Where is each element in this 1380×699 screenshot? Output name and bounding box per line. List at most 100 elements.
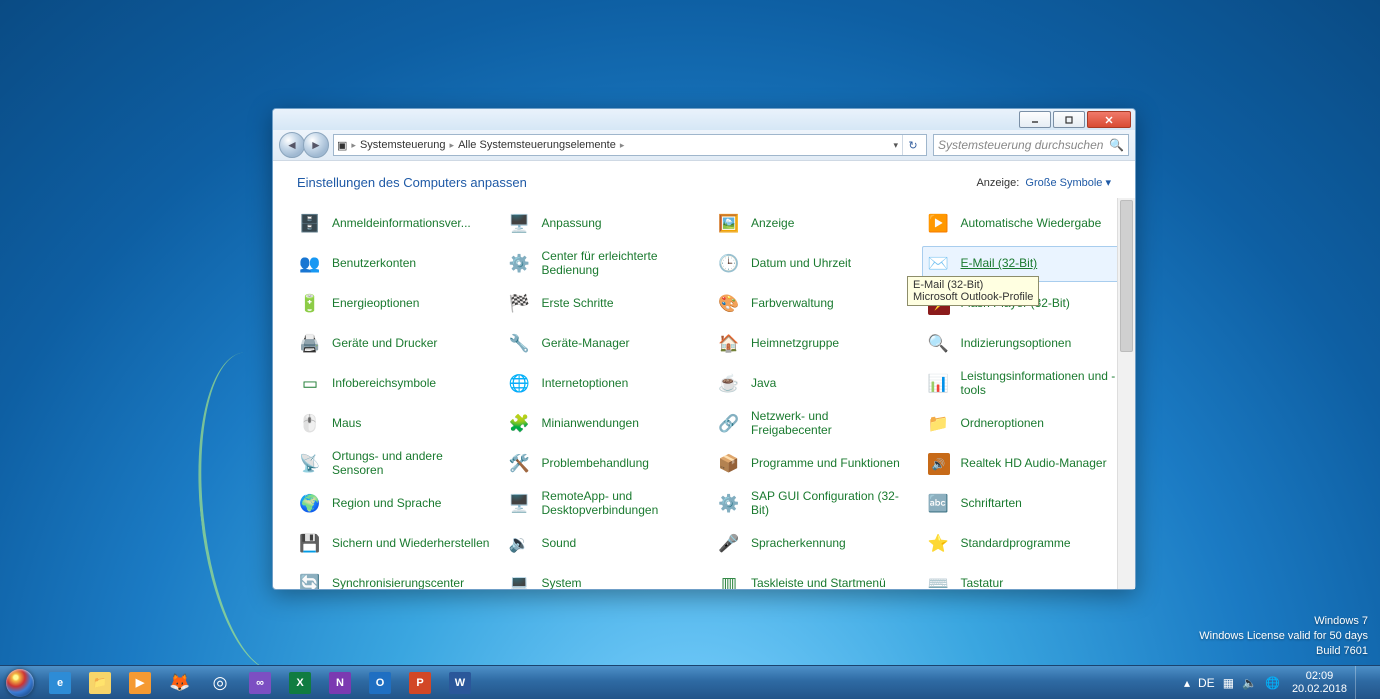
tray-clock[interactable]: 02:09 20.02.2018 (1284, 670, 1355, 694)
cp-item-label: Internetoptionen (542, 377, 629, 391)
cp-item-0[interactable]: 🗄️Anmeldeinformationsver... (293, 206, 497, 242)
scrollbar-thumb[interactable] (1120, 200, 1133, 352)
start-orb-icon (6, 669, 34, 697)
cp-item-35[interactable]: ⭐Standardprogramme (922, 526, 1126, 562)
control-panel-icon: ▣ (337, 139, 347, 152)
control-panel-window: ◄ ► ▣ ▸ Systemsteuerung ▸ Alle Systemste… (272, 108, 1136, 590)
forward-button[interactable]: ► (303, 132, 329, 158)
cp-item-icon: 🔤 (927, 492, 951, 516)
cp-item-27[interactable]: 🔊Realtek HD Audio-Manager (922, 446, 1126, 482)
cp-item-icon: 🎨 (717, 292, 741, 316)
cp-item-18[interactable]: ☕Java (712, 366, 916, 402)
cp-item-29[interactable]: 🖥️RemoteApp- und Desktopverbindungen (503, 486, 707, 522)
cp-item-22[interactable]: 🔗Netzwerk- und Freigabecenter (712, 406, 916, 442)
cp-item-23[interactable]: 📁Ordneroptionen (922, 406, 1126, 442)
cp-item-icon: ✉️ (927, 252, 951, 276)
breadcrumb-1[interactable]: Alle Systemsteuerungselemente (458, 139, 616, 151)
show-desktop-button[interactable] (1355, 666, 1374, 699)
excel-icon[interactable]: X (280, 666, 320, 699)
cp-item-2[interactable]: 🖼️Anzeige (712, 206, 916, 242)
cp-item-label: Benutzerkonten (332, 257, 416, 271)
cp-item-icon: 🌍 (298, 492, 322, 516)
search-box[interactable]: Systemsteuerung durchsuchen 🔍 (933, 134, 1129, 156)
cp-item-16[interactable]: ▭Infobereichsymbole (293, 366, 497, 402)
cp-item-4[interactable]: 👥 Benutzerkonten (293, 246, 497, 282)
start-button[interactable] (0, 666, 40, 699)
address-bar[interactable]: ▣ ▸ Systemsteuerung ▸ Alle Systemsteueru… (333, 134, 927, 156)
view-label: Anzeige: (976, 177, 1019, 189)
cp-item-icon: 🌐 (508, 372, 532, 396)
breadcrumb-0[interactable]: Systemsteuerung (360, 139, 446, 151)
cp-item-32[interactable]: 💾Sichern und Wiederherstellen (293, 526, 497, 562)
cp-item-13[interactable]: 🔧Geräte-Manager (503, 326, 707, 362)
firefox-icon[interactable]: 🦊 (160, 666, 200, 699)
maximize-button[interactable] (1053, 111, 1085, 128)
cp-item-icon: ▭ (298, 372, 322, 396)
tray-expand-icon[interactable]: ▴ (1180, 676, 1194, 690)
tooltip: E-Mail (32-Bit) Microsoft Outlook-Profil… (907, 276, 1039, 306)
minimize-button[interactable] (1019, 111, 1051, 128)
cp-item-33[interactable]: 🔉Sound (503, 526, 707, 562)
refresh-button[interactable]: ↻ (902, 135, 923, 155)
cp-item-5[interactable]: ⚙️Center für erleichterte Bedienung (503, 246, 707, 282)
watermark-line2: Windows License valid for 50 days (1199, 629, 1368, 644)
cp-item-1[interactable]: 🖥️Anpassung (503, 206, 707, 242)
cp-item-19[interactable]: 📊 Leistungsinformationen und -tools (922, 366, 1126, 402)
cp-item-34[interactable]: 🎤Spracherkennung (712, 526, 916, 562)
cp-item-label: Minianwendungen (542, 417, 639, 431)
cp-item-37[interactable]: 💻System (503, 566, 707, 589)
cp-item-icon: 🔗 (717, 412, 741, 436)
cp-item-icon: 🎤 (717, 532, 741, 556)
cp-item-icon: ⭐ (927, 532, 951, 556)
breadcrumb-sep-icon: ▸ (620, 140, 625, 151)
cp-item-icon: 👥 (298, 252, 322, 276)
vs-icon[interactable]: ∞ (240, 666, 280, 699)
desktop-watermark: Windows 7 Windows License valid for 50 d… (1199, 614, 1368, 659)
cp-item-label: Leistungsinformationen und -tools (961, 370, 1121, 398)
ie-icon[interactable]: e (40, 666, 80, 699)
powerpoint-icon[interactable]: P (400, 666, 440, 699)
cp-item-30[interactable]: ⚙️SAP GUI Configuration (32-Bit) (712, 486, 916, 522)
cp-item-6[interactable]: 🕒Datum und Uhrzeit (712, 246, 916, 282)
cp-item-12[interactable]: 🖨️Geräte und Drucker (293, 326, 497, 362)
cp-item-9[interactable]: 🏁Erste Schritte (503, 286, 707, 322)
tray-flag-icon[interactable]: ▦ (1219, 676, 1238, 690)
address-dropdown-icon[interactable]: ▾ (893, 140, 898, 151)
cp-item-icon: 📊 (927, 372, 951, 396)
cp-item-31[interactable]: 🔤Schriftarten (922, 486, 1126, 522)
tray-network-icon[interactable]: 🌐 (1261, 676, 1284, 690)
mediaplayer-icon[interactable]: ▶ (120, 666, 160, 699)
outlook-icon[interactable]: O (360, 666, 400, 699)
word-icon[interactable]: W (440, 666, 480, 699)
cp-item-25[interactable]: 🛠️Problembehandlung (503, 446, 707, 482)
cp-item-36[interactable]: 🔄Synchronisierungscenter (293, 566, 497, 589)
cp-item-3[interactable]: ▶️Automatische Wiedergabe (922, 206, 1126, 242)
cp-item-20[interactable]: 🖱️Maus (293, 406, 497, 442)
view-mode-dropdown[interactable]: Große Symbole ▾ (1025, 177, 1111, 189)
onenote-icon[interactable]: N (320, 666, 360, 699)
cp-item-10[interactable]: 🎨Farbverwaltung (712, 286, 916, 322)
cp-item-15[interactable]: 🔍Indizierungsoptionen (922, 326, 1126, 362)
cp-item-21[interactable]: 🧩Minianwendungen (503, 406, 707, 442)
cp-item-24[interactable]: 📡Ortungs- und andere Sensoren (293, 446, 497, 482)
window-titlebar[interactable] (273, 109, 1135, 130)
tray-lang[interactable]: DE (1194, 676, 1219, 690)
vertical-scrollbar[interactable] (1117, 198, 1135, 589)
close-button[interactable] (1087, 111, 1131, 128)
tray-volume-icon[interactable]: 🔈 (1238, 676, 1261, 690)
cp-item-icon: 🛠️ (508, 452, 532, 476)
cp-item-8[interactable]: 🔋Energieoptionen (293, 286, 497, 322)
cp-item-label: Heimnetzgruppe (751, 337, 839, 351)
cp-item-26[interactable]: 📦Programme und Funktionen (712, 446, 916, 482)
search-icon: 🔍 (1109, 138, 1124, 152)
explorer-icon[interactable]: 📁 (80, 666, 120, 699)
cp-item-38[interactable]: ▥Taskleiste und Startmenü (712, 566, 916, 589)
cp-item-28[interactable]: 🌍Region und Sprache (293, 486, 497, 522)
chrome-icon[interactable]: ◎ (200, 666, 240, 699)
cp-item-17[interactable]: 🌐 Internetoptionen (503, 366, 707, 402)
cp-item-label: Taskleiste und Startmenü (751, 577, 886, 589)
back-button[interactable]: ◄ (279, 132, 305, 158)
cp-item-39[interactable]: ⌨️Tastatur (922, 566, 1126, 589)
cp-item-14[interactable]: 🏠Heimnetzgruppe (712, 326, 916, 362)
cp-item-label: Anzeige (751, 217, 794, 231)
